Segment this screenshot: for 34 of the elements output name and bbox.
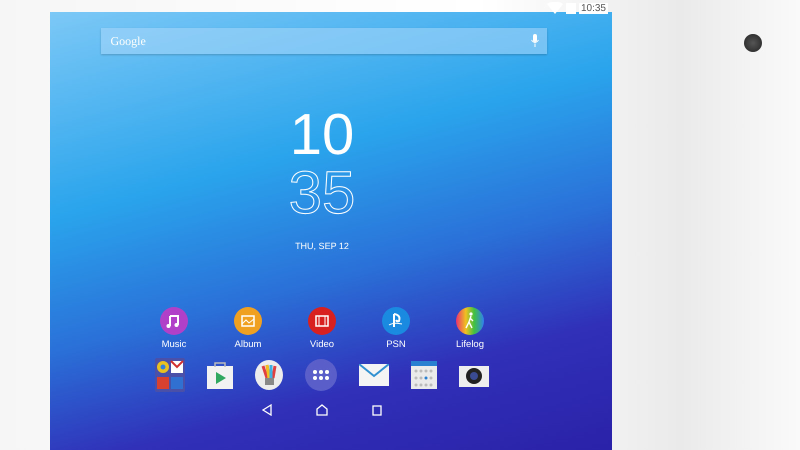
film-icon bbox=[308, 307, 336, 335]
battery-icon bbox=[566, 2, 576, 14]
envelope-icon[interactable] bbox=[359, 364, 389, 386]
walking-figure-icon bbox=[456, 307, 484, 335]
search-field[interactable]: Google bbox=[108, 32, 524, 50]
app-label: Video bbox=[310, 339, 334, 350]
app-shortcut[interactable]: Music bbox=[157, 307, 191, 350]
search-bar[interactable]: Google bbox=[100, 28, 546, 54]
paint-brush-icon[interactable] bbox=[255, 360, 283, 390]
app-shortcut[interactable]: Lifelog bbox=[453, 307, 487, 350]
shopping-bag-icon[interactable] bbox=[207, 361, 233, 389]
picture-icon bbox=[234, 307, 262, 335]
app-shortcut[interactable]: Album bbox=[231, 307, 265, 350]
playstation-logo-icon bbox=[382, 307, 410, 335]
app-label: Music bbox=[162, 339, 186, 350]
recent-apps-icon[interactable] bbox=[372, 404, 382, 416]
clock-hour: 10 bbox=[290, 107, 354, 163]
app-shortcut[interactable]: Video bbox=[305, 307, 339, 350]
clock-minute: 35 bbox=[288, 163, 356, 223]
home-icon[interactable] bbox=[316, 404, 328, 416]
app-folder-icon[interactable] bbox=[155, 358, 185, 392]
app-shortcut[interactable]: PSN bbox=[379, 307, 413, 350]
calendar-icon[interactable] bbox=[411, 361, 437, 389]
status-time: 10:35 bbox=[578, 2, 608, 14]
app-drawer-icon[interactable] bbox=[305, 359, 337, 391]
camera-icon[interactable] bbox=[459, 363, 489, 387]
app-label: Album bbox=[234, 339, 262, 350]
music-note-icon bbox=[160, 307, 188, 335]
clock-date: THU, SEP 12 bbox=[295, 241, 349, 251]
wifi-icon bbox=[546, 2, 563, 14]
back-icon[interactable] bbox=[262, 404, 272, 416]
front-camera-icon bbox=[744, 34, 762, 52]
app-label: PSN bbox=[386, 339, 406, 350]
app-label: Lifelog bbox=[456, 339, 484, 350]
